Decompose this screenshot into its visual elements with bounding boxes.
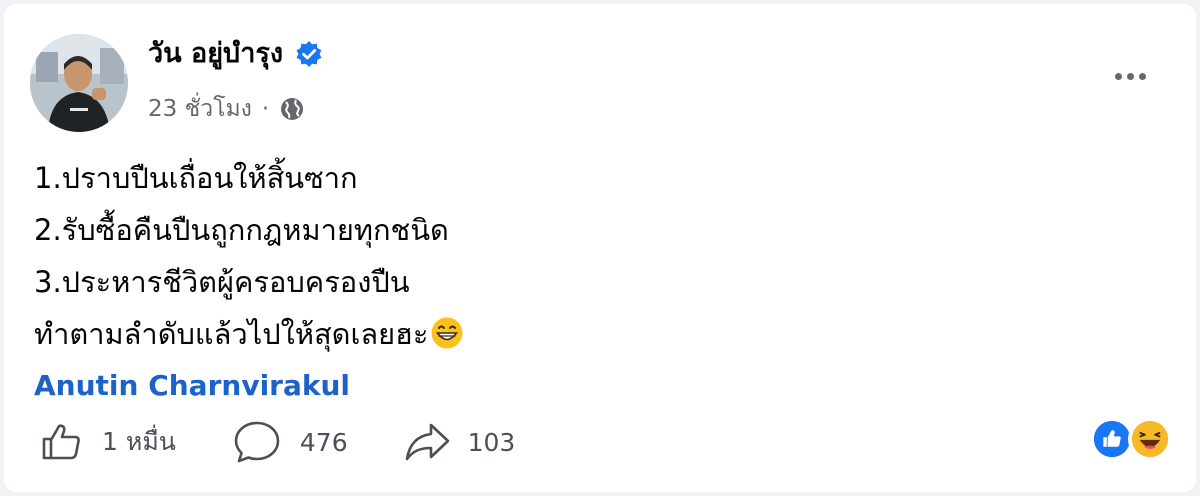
like-button[interactable]: 1 หมื่น	[40, 420, 176, 464]
post-body: 1.ปราบปืนเถื่อนให้สิ้นซาก 2.รับซื้อคืนปื…	[34, 152, 464, 412]
comment-count: 476	[299, 427, 348, 457]
verified-badge-icon	[295, 40, 323, 68]
share-button[interactable]: 103	[404, 420, 516, 464]
author-avatar[interactable]	[30, 34, 128, 132]
more-dot	[1126, 72, 1134, 80]
share-count: 103	[467, 427, 516, 457]
post-line-last: ทำตามลำดับแล้วไปให้สุดเลยฮะ	[34, 308, 464, 360]
reactions-summary[interactable]	[1090, 416, 1172, 462]
author-name[interactable]: วัน อยู่บำรุง	[148, 34, 283, 74]
like-count: 1 หมื่น	[102, 427, 176, 456]
post-time[interactable]: 23 ชั่วโมง	[148, 92, 252, 126]
post-line: 1.ปราบปืนเถื่อนให้สิ้นซาก	[34, 161, 358, 195]
more-dot	[1138, 72, 1146, 80]
globe-icon[interactable]	[279, 96, 305, 122]
meta-separator: ·	[261, 96, 270, 122]
action-bar: 1 หมื่น 476 103	[40, 416, 571, 468]
post-card: วัน อยู่บำรุง 23 ชั่วโมง · 1.ปราบปืนเถื่…	[4, 4, 1196, 492]
post-line-text: ทำตามลำดับแล้วไปให้สุดเลยฮะ	[34, 317, 429, 351]
comment-bubble-icon	[232, 419, 282, 465]
post-line: 2.รับซื้อคืนปืนถูกกฎหมายทุกชนิด	[34, 213, 449, 247]
share-arrow-icon	[404, 420, 450, 464]
grinning-emoji-icon	[430, 314, 464, 349]
author-header: วัน อยู่บำรุง	[148, 34, 323, 74]
comment-button[interactable]: 476	[232, 419, 348, 465]
post-line: 3.ประหารชีวิตผู้ครอบครองปืน	[34, 265, 410, 299]
mention-link[interactable]: Anutin Charnvirakul	[34, 360, 464, 412]
more-options-icon[interactable]	[1108, 62, 1152, 90]
post-meta: 23 ชั่วโมง ·	[148, 92, 305, 126]
like-thumb-icon	[40, 420, 84, 464]
haha-reaction-icon	[1128, 417, 1172, 461]
avatar-photo	[30, 34, 128, 132]
more-dot	[1114, 72, 1122, 80]
